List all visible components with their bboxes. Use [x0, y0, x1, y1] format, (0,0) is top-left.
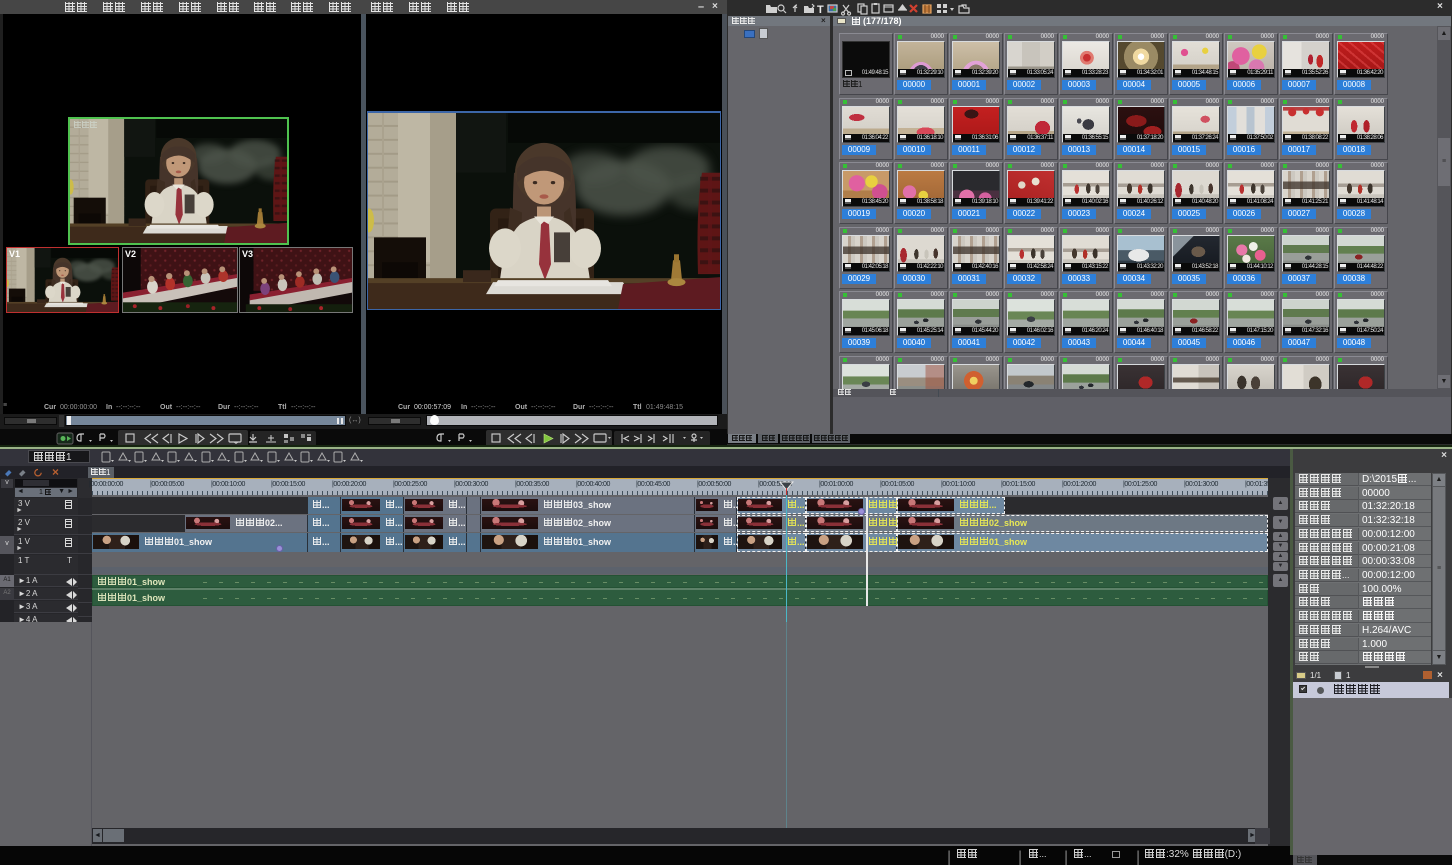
svg-text:T: T	[817, 4, 824, 16]
